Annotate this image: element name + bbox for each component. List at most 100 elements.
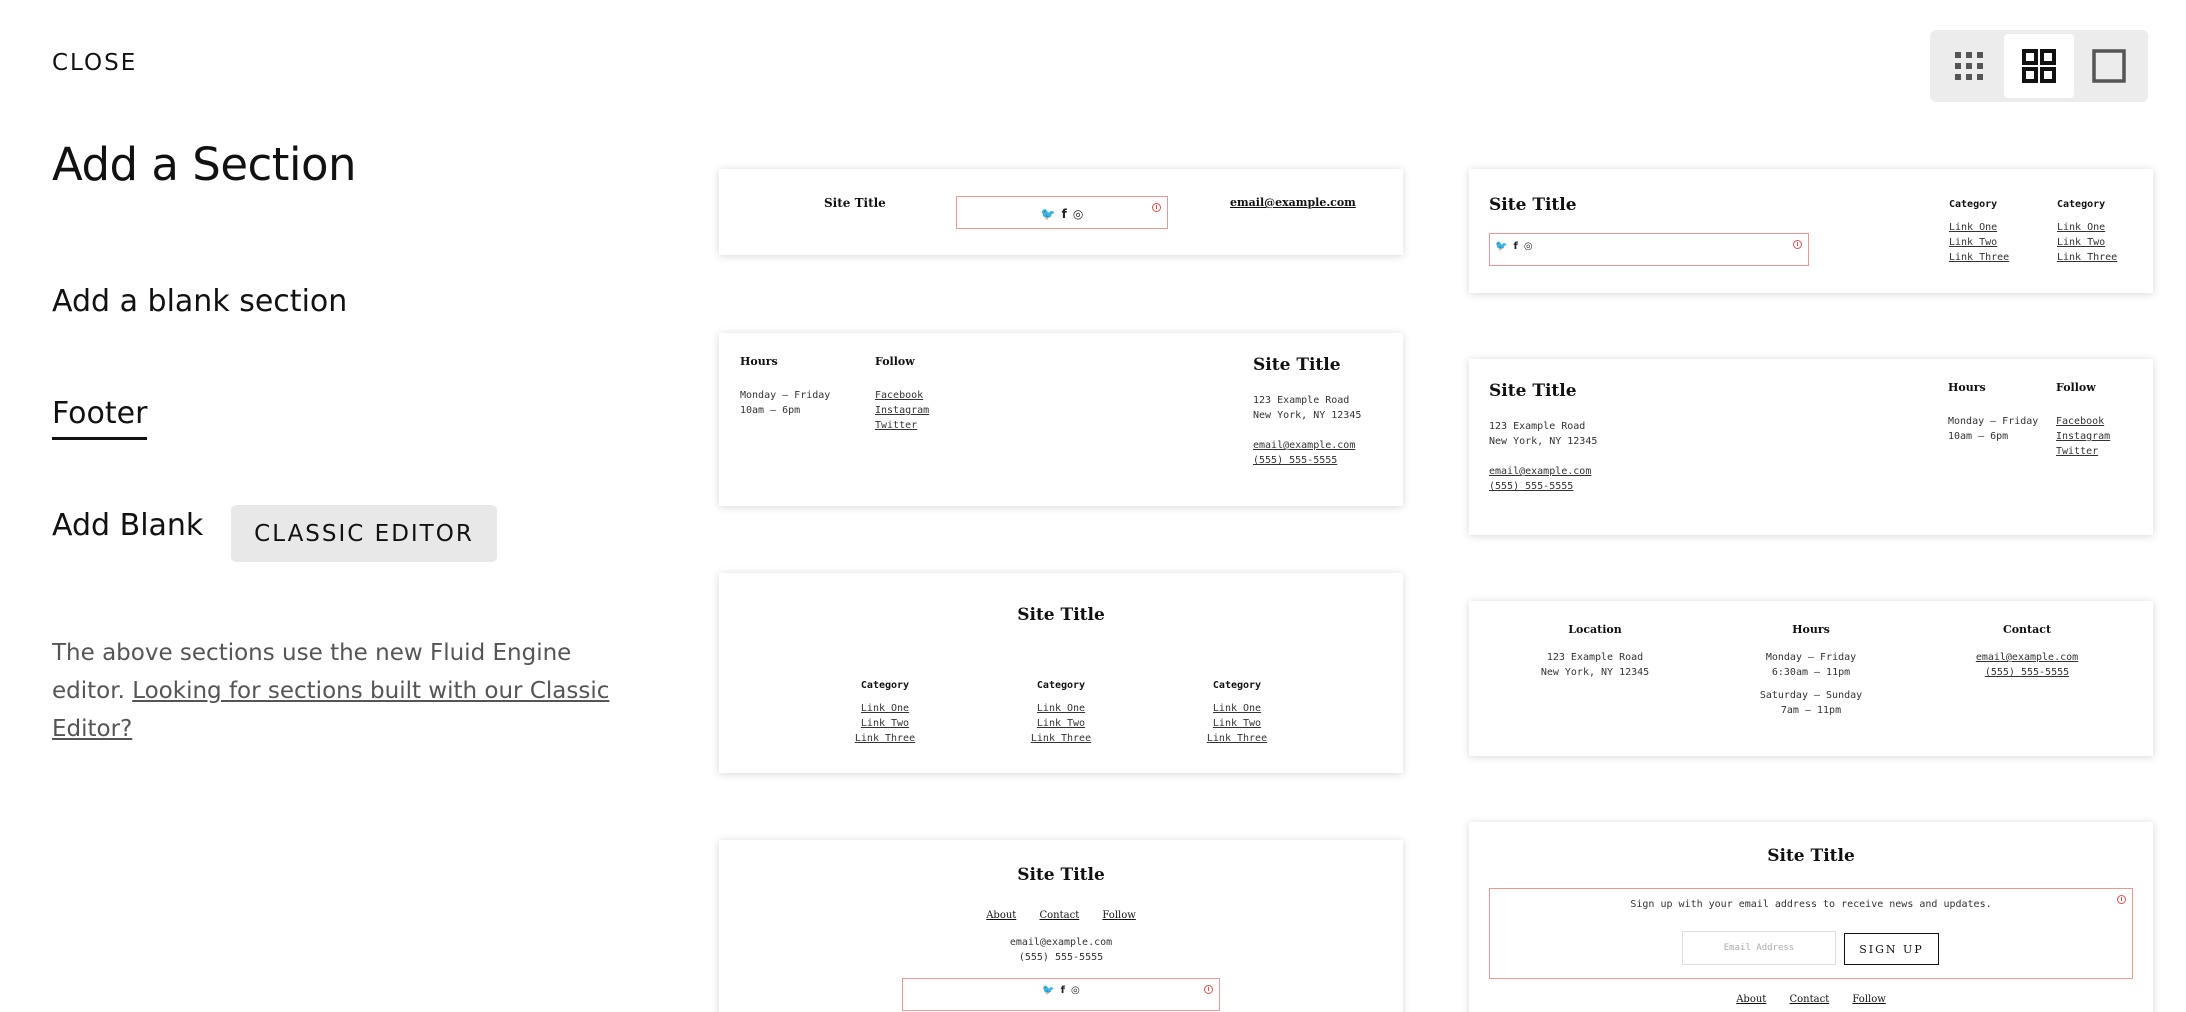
instagram-icon: ◎ (1523, 241, 1533, 252)
signup-button: SIGN UP (1844, 933, 1939, 965)
nav-footer[interactable]: Footer (52, 396, 148, 440)
facebook-icon: f (1061, 207, 1067, 221)
hours-line: 6:30am – 11pm (1771, 667, 1851, 678)
signup-text: Sign up with your email address to recei… (1630, 899, 1992, 910)
footer-template-card-1[interactable]: Site Title 🐦 f ◎ email@example.com (719, 169, 1403, 255)
site-title: Site Title (1489, 195, 1577, 215)
small-grid-view-button[interactable] (1934, 34, 2004, 98)
site-title: Site Title (824, 196, 886, 210)
footer-template-card-8[interactable]: Site Title Sign up with your email addre… (1469, 822, 2153, 1012)
footer-template-card-2[interactable]: Site Title 🐦 f ◎ Category Link One Link Tw… (1469, 169, 2153, 293)
category-link: Link Three (1949, 252, 2010, 263)
twitter-icon: 🐦 (1042, 985, 1055, 996)
category-column-3: Category Link One Link Two Link Three (1161, 678, 1313, 746)
hours-line: 7am – 11pm (1780, 705, 1842, 716)
location-heading: Location (1568, 623, 1622, 636)
social-links-block: 🐦 f ◎ (956, 196, 1168, 229)
site-title: Site Title (1017, 605, 1105, 625)
location-column: Location 123 Example Road New York, NY 1… (1499, 623, 1691, 680)
contact-info: 123 Example Road New York, NY 12345 emai… (1253, 393, 1361, 468)
category-link: Link Two (1949, 237, 1998, 248)
hours-line: 10am – 6pm (740, 405, 801, 416)
site-title: Site Title (1489, 381, 1577, 401)
facebook-icon: f (1513, 241, 1518, 252)
phone-link: (555) 555-5555 (1984, 667, 2070, 678)
category-link: Link Two (1036, 718, 1086, 729)
email-input: Email Address (1682, 931, 1836, 965)
hours-text: Monday – Friday 10am – 6pm (740, 388, 830, 418)
warning-icon (1793, 240, 1802, 249)
view-toggle (1930, 30, 2148, 102)
nav-add-blank[interactable]: Add Blank (52, 508, 203, 543)
category-heading: Category (860, 680, 910, 691)
twitter-icon: 🐦 (1495, 241, 1508, 252)
contact-column: Contact email@example.com (555) 555-5555 (1931, 623, 2123, 680)
instagram-icon: ◎ (1072, 207, 1084, 221)
hours-heading: Hours (1792, 623, 1830, 636)
social-links-block: 🐦 f ◎ (1489, 233, 1809, 266)
address-line: 123 Example Road (1489, 421, 1586, 432)
large-grid-icon (2022, 49, 2056, 83)
follow-link: Facebook (875, 390, 924, 401)
nav-add-blank-section[interactable]: Add a blank section (52, 284, 347, 319)
contact-info: email@example.com (555) 555-5555 (719, 935, 1403, 965)
large-grid-view-button[interactable] (2004, 34, 2074, 98)
footer-nav: About Contact Follow (719, 910, 1403, 921)
classic-editor-link[interactable]: Looking for sections built with our Clas… (52, 678, 609, 742)
category-column-1: Category Link One Link Two Link Three (809, 678, 961, 746)
category-column-2: Category Link One Link Two Link Three (985, 678, 1137, 746)
follow-link: Instagram (2056, 431, 2111, 442)
nav-link: About (1736, 994, 1767, 1005)
email-link: email@example.com (1230, 196, 1356, 209)
single-view-button[interactable] (2074, 34, 2144, 98)
footer-template-card-5[interactable]: Site Title Category Link One Link Two Li… (719, 573, 1403, 773)
warning-icon (2117, 895, 2126, 904)
footer-template-card-7[interactable]: Site Title About Contact Follow email@ex… (719, 840, 1403, 1012)
category-heading: Category (1212, 680, 1262, 691)
phone-link: (555) 555-5555 (1253, 455, 1338, 466)
contact-info: 123 Example Road New York, NY 12345 emai… (1489, 419, 1597, 494)
hours-line: 10am – 6pm (1948, 431, 2009, 442)
category-column-1: Category Link One Link Two Link Three (1949, 197, 2009, 265)
footer-template-card-4[interactable]: Site Title 123 Example Road New York, NY… (1469, 359, 2153, 535)
follow-link: Instagram (875, 405, 930, 416)
footer-nav: About Contact Follow (1469, 994, 2153, 1005)
social-links-block: 🐦 f ◎ (902, 978, 1220, 1011)
footer-template-card-3[interactable]: Hours Monday – Friday 10am – 6pm Follow … (719, 333, 1403, 506)
hours-line: Saturday – Sunday (1759, 690, 1863, 701)
phone-link: (555) 555-5555 (1489, 481, 1574, 492)
follow-heading: Follow (2056, 381, 2096, 394)
address-line: New York, NY 12345 (1489, 436, 1598, 447)
category-link: Link One (1212, 703, 1262, 714)
follow-link: Twitter (875, 420, 918, 431)
category-link: Link Three (854, 733, 916, 744)
category-heading: Category (2057, 199, 2106, 210)
address-line: 123 Example Road (1253, 395, 1350, 406)
nav-link: About (986, 910, 1017, 921)
contact-heading: Contact (2002, 623, 2052, 636)
category-link: Link Two (1212, 718, 1262, 729)
category-heading: Category (1036, 680, 1086, 691)
nav-link: Follow (1102, 910, 1136, 921)
follow-link: Facebook (2056, 416, 2105, 427)
address-line: New York, NY 12345 (1540, 667, 1650, 678)
nav-link: Follow (1852, 994, 1886, 1005)
hours-line: Monday – Friday (1948, 416, 2039, 427)
fluid-engine-note: The above sections use the new Fluid Eng… (52, 634, 612, 748)
site-title: Site Title (1017, 865, 1105, 885)
nav-link: Contact (1789, 994, 1830, 1005)
category-link: Link Three (2057, 252, 2118, 263)
close-button[interactable]: CLOSE (52, 50, 137, 76)
footer-template-card-6[interactable]: Location 123 Example Road New York, NY 1… (1469, 601, 2153, 756)
follow-links: Facebook Instagram Twitter (875, 388, 929, 433)
email-link: email@example.com (1975, 652, 2079, 663)
instagram-icon: ◎ (1071, 985, 1080, 996)
category-link: Link One (860, 703, 910, 714)
address-line: 123 Example Road (1546, 652, 1644, 663)
category-heading: Category (1949, 199, 1998, 210)
classic-editor-button[interactable]: CLASSIC EDITOR (231, 505, 497, 562)
phone-text: (555) 555-5555 (1018, 952, 1104, 963)
warning-icon (1152, 203, 1161, 212)
hours-text: Monday – Friday 10am – 6pm (1948, 414, 2038, 444)
category-link: Link Three (1206, 733, 1268, 744)
